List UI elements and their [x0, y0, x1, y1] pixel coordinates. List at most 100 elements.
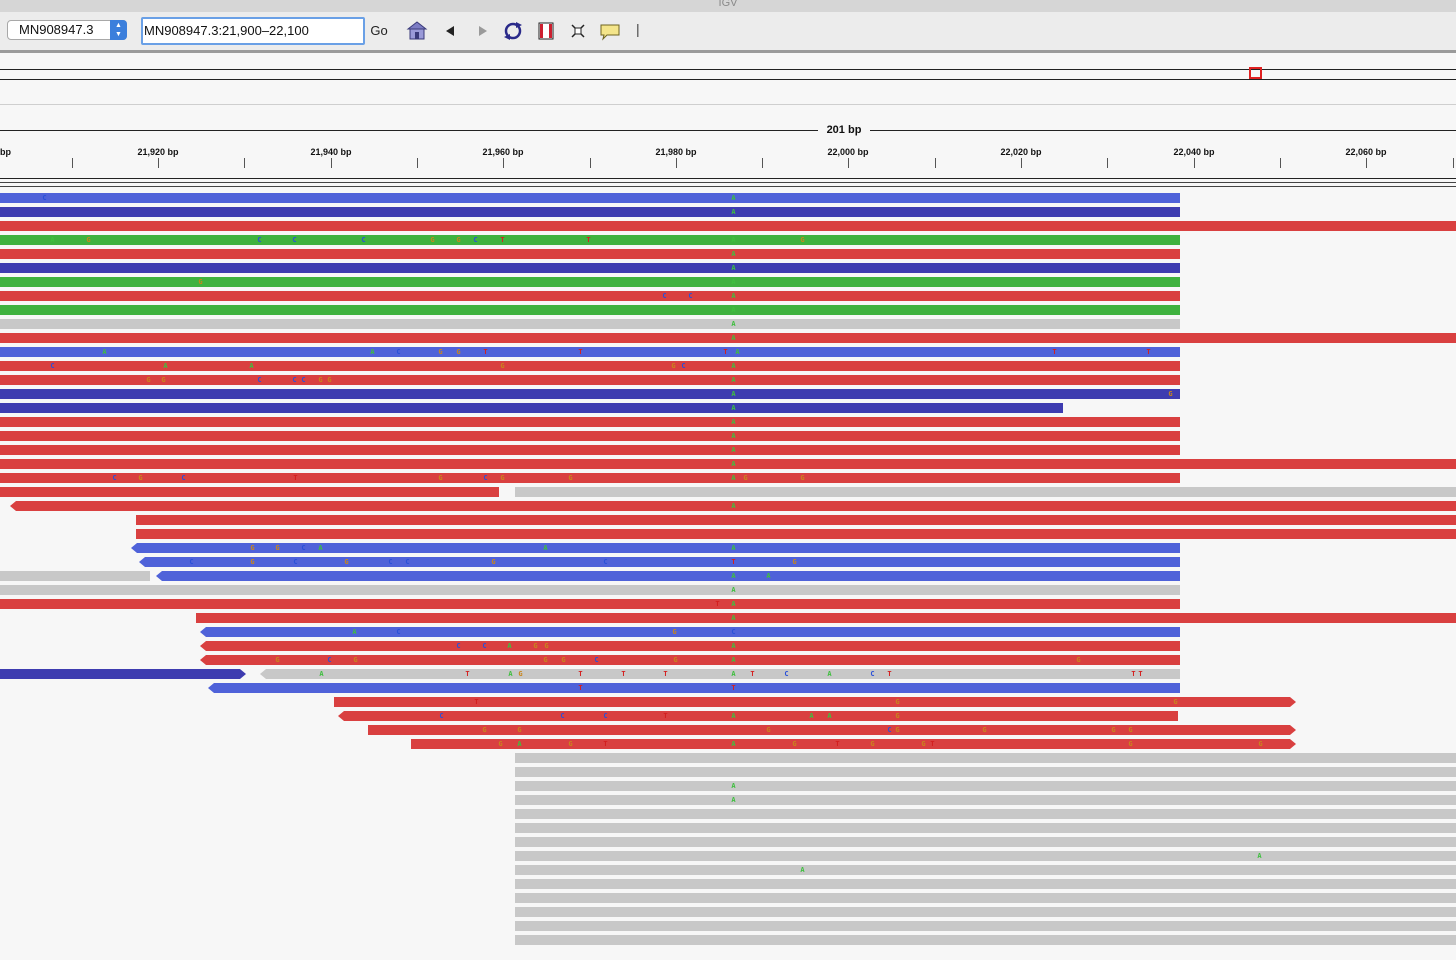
alignment-read[interactable]: [515, 753, 1456, 763]
mismatch-base: G: [500, 474, 505, 482]
mismatch-base: G: [456, 348, 461, 356]
alignment-read[interactable]: [515, 879, 1456, 889]
alignment-read[interactable]: [338, 711, 1178, 721]
mismatch-base: C: [405, 558, 410, 566]
mismatch-base: A: [731, 502, 736, 510]
alignment-read[interactable]: [0, 487, 499, 497]
mismatch-base: A: [731, 656, 736, 664]
alignment-read[interactable]: [515, 837, 1456, 847]
mismatch-base: G: [561, 656, 566, 664]
alignment-read[interactable]: [200, 641, 1180, 651]
mismatch-base: T: [663, 712, 668, 720]
mismatch-base: G: [318, 376, 323, 384]
mismatch-base: G: [353, 656, 358, 664]
mismatch-base: T: [1131, 670, 1136, 678]
alignment-read[interactable]: [515, 795, 1456, 805]
alignment-read[interactable]: [0, 571, 150, 581]
alignment-read[interactable]: [260, 669, 1180, 679]
mismatch-base: G: [533, 642, 538, 650]
mismatch-base: A: [507, 642, 512, 650]
alignment-read[interactable]: [131, 543, 1180, 553]
mismatch-base: A: [731, 670, 736, 678]
mismatch-base: G: [895, 698, 900, 706]
alignment-read[interactable]: [0, 585, 1180, 595]
alignment-read[interactable]: [0, 445, 1180, 455]
alignment-read[interactable]: [411, 739, 1296, 749]
mismatch-base: G: [792, 558, 797, 566]
alignment-read[interactable]: [515, 907, 1456, 917]
alignment-read[interactable]: [0, 599, 1180, 609]
alignment-read[interactable]: [515, 809, 1456, 819]
mismatch-base: A: [731, 474, 736, 482]
mismatch-base: A: [517, 740, 522, 748]
mismatch-base: A: [731, 236, 736, 244]
alignment-read[interactable]: [515, 487, 1456, 497]
alignment-read[interactable]: [0, 291, 1180, 301]
mismatch-base: G: [895, 712, 900, 720]
alignment-read[interactable]: [0, 431, 1180, 441]
alignment-read[interactable]: [0, 305, 1180, 315]
alignment-read[interactable]: [0, 221, 1456, 231]
alignment-read[interactable]: [200, 655, 1180, 665]
alignment-read[interactable]: [0, 417, 1180, 427]
alignment-read[interactable]: [0, 249, 1180, 259]
mismatch-base: T: [621, 670, 626, 678]
alignment-read[interactable]: [0, 263, 1180, 273]
mismatch-base: T: [731, 684, 736, 692]
mismatch-base: A: [731, 460, 736, 468]
alignment-read[interactable]: [515, 935, 1456, 945]
alignment-read[interactable]: [136, 515, 1456, 525]
mismatch-base: G: [1168, 390, 1173, 398]
mismatch-base: A: [731, 264, 736, 272]
alignment-read[interactable]: [0, 389, 1180, 399]
alignment-read[interactable]: [0, 193, 1180, 203]
alignment-read[interactable]: [515, 893, 1456, 903]
mismatch-base: T: [930, 740, 935, 748]
mismatch-base: G: [544, 642, 549, 650]
alignment-read[interactable]: [515, 781, 1456, 791]
mismatch-base: A: [827, 712, 832, 720]
mismatch-base: T: [731, 558, 736, 566]
alignment-read[interactable]: [0, 333, 1456, 343]
alignment-read[interactable]: [196, 613, 1456, 623]
mismatch-base: A: [163, 362, 168, 370]
mismatch-base: T: [578, 348, 583, 356]
mismatch-base: A: [370, 348, 375, 356]
mismatch-base: C: [301, 376, 306, 384]
alignment-read[interactable]: [0, 403, 1063, 413]
alignment-read[interactable]: [0, 347, 1180, 357]
alignment-read[interactable]: [136, 529, 1456, 539]
alignment-read[interactable]: [0, 207, 1180, 217]
mismatch-base: A: [731, 642, 736, 650]
alignment-read[interactable]: [0, 361, 1180, 371]
mismatch-base: A: [731, 586, 736, 594]
alignment-read[interactable]: [156, 571, 1180, 581]
alignment-read[interactable]: [368, 725, 1296, 735]
alignment-read[interactable]: [515, 823, 1456, 833]
mismatch-base: A: [827, 670, 832, 678]
mismatch-base: G: [870, 740, 875, 748]
alignment-track[interactable]: CAAAGCCCGGCTTAGAAGACCAAAAAACGGTTTATTCAAG…: [0, 0, 1456, 960]
mismatch-base: T: [474, 698, 479, 706]
alignment-read[interactable]: [515, 865, 1456, 875]
alignment-read[interactable]: [0, 459, 1456, 469]
alignment-read[interactable]: [0, 669, 246, 679]
alignment-read[interactable]: [515, 851, 1456, 861]
mismatch-base: G: [1173, 698, 1178, 706]
alignment-read[interactable]: [200, 627, 1180, 637]
alignment-read[interactable]: [0, 319, 1180, 329]
alignment-read[interactable]: [515, 921, 1456, 931]
mismatch-base: C: [681, 362, 686, 370]
alignment-read[interactable]: [0, 277, 1180, 287]
mismatch-base: A: [50, 236, 55, 244]
mismatch-base: C: [396, 628, 401, 636]
mismatch-base: C: [439, 712, 444, 720]
mismatch-base: G: [500, 362, 505, 370]
alignment-read[interactable]: [0, 375, 1180, 385]
mismatch-base: G: [250, 544, 255, 552]
alignment-read[interactable]: [0, 473, 1180, 483]
alignment-read[interactable]: [208, 683, 1180, 693]
mismatch-base: G: [921, 740, 926, 748]
alignment-read[interactable]: [515, 767, 1456, 777]
mismatch-base: G: [743, 474, 748, 482]
